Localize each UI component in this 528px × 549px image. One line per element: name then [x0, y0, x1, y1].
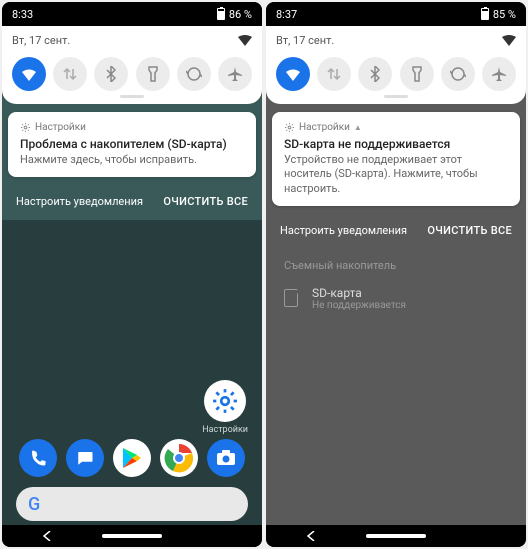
- qs-mobile-data[interactable]: [317, 57, 351, 91]
- nav-back[interactable]: [306, 531, 316, 541]
- nav-home-pill[interactable]: [366, 534, 426, 538]
- qs-mobile-data[interactable]: [53, 57, 87, 91]
- chrome-app-icon[interactable]: [160, 439, 198, 477]
- nav-bar: [266, 525, 526, 547]
- manage-notifications[interactable]: Настроить уведомления: [280, 224, 407, 237]
- battery-pct: 85 %: [493, 8, 516, 21]
- nav-home-pill[interactable]: [102, 534, 162, 538]
- google-logo: G: [28, 494, 40, 515]
- notif-title: Проблема с накопителем (SD-карта): [20, 137, 244, 151]
- notification-shade: Вт, 17 сент.: [2, 26, 262, 104]
- clock: 8:33: [12, 8, 33, 21]
- quick-settings-row: [276, 57, 516, 91]
- battery-pct: 86 %: [229, 8, 252, 21]
- notif-app-name: Настройки: [35, 122, 86, 133]
- qs-wifi[interactable]: [12, 57, 46, 91]
- google-search-bar[interactable]: G: [16, 487, 248, 521]
- notification-card[interactable]: Настройки Проблема с накопителем (SD-кар…: [8, 112, 256, 177]
- shade-footer: Настроить уведомления ОЧИСТИТЬ ВСЕ: [2, 183, 262, 220]
- home-content: Настройки G: [2, 220, 262, 547]
- notification-shade: Вт, 17 сент.: [266, 26, 526, 104]
- qs-auto-rotate[interactable]: [441, 57, 475, 91]
- phone-left: 8:33 86 % Вт, 17 сент. Настройки Проблем…: [2, 2, 262, 547]
- phone-right: 8:37 85 % Вт, 17 сент. Настройки ▲ S: [266, 2, 526, 547]
- shade-date: Вт, 17 сент.: [276, 34, 334, 47]
- notif-body: Нажмите здесь, чтобы исправить.: [20, 153, 244, 167]
- gear-icon: [20, 122, 31, 133]
- storage-settings-content: Съемный накопитель SD-карта Не поддержив…: [266, 249, 526, 547]
- qs-bluetooth[interactable]: [94, 57, 128, 91]
- phone-app-icon[interactable]: [19, 439, 57, 477]
- sd-card-row[interactable]: SD-карта Не поддерживается: [266, 274, 526, 323]
- status-bar: 8:37 85 %: [266, 2, 526, 26]
- manage-notifications[interactable]: Настроить уведомления: [16, 195, 143, 208]
- battery-icon: [481, 8, 489, 20]
- battery-icon: [217, 8, 225, 20]
- shade-handle[interactable]: [120, 95, 144, 98]
- wifi-signal-icon: [238, 35, 252, 46]
- section-removable-storage: Съемный накопитель: [266, 249, 526, 274]
- notif-title: SD-карта не поддерживается: [284, 137, 508, 151]
- qs-bluetooth[interactable]: [358, 57, 392, 91]
- chevron-up-icon[interactable]: ▲: [354, 123, 362, 132]
- nav-back[interactable]: [42, 531, 52, 541]
- camera-app-icon[interactable]: [207, 439, 245, 477]
- sd-row-subtitle: Не поддерживается: [312, 300, 406, 311]
- qs-airplane[interactable]: [482, 57, 516, 91]
- gear-icon: [284, 122, 295, 133]
- clock: 8:37: [276, 8, 297, 21]
- dock: [2, 439, 262, 477]
- nav-bar: [2, 525, 262, 547]
- notif-body: Устройство не поддерживает этот носитель…: [284, 153, 508, 196]
- notification-card[interactable]: Настройки ▲ SD-карта не поддерживается У…: [272, 112, 520, 206]
- sd-row-title: SD-карта: [312, 286, 406, 300]
- qs-flashlight[interactable]: [400, 57, 434, 91]
- qs-wifi[interactable]: [276, 57, 310, 91]
- shade-handle[interactable]: [384, 95, 408, 98]
- shade-date: Вт, 17 сент.: [12, 34, 70, 47]
- status-bar: 8:33 86 %: [2, 2, 262, 26]
- qs-flashlight[interactable]: [136, 57, 170, 91]
- play-store-icon[interactable]: [113, 439, 151, 477]
- settings-app-icon[interactable]: Настройки: [202, 380, 248, 435]
- sd-card-icon: [284, 289, 298, 307]
- qs-auto-rotate[interactable]: [177, 57, 211, 91]
- quick-settings-row: [12, 57, 252, 91]
- settings-label: Настройки: [202, 425, 248, 435]
- messages-app-icon[interactable]: [66, 439, 104, 477]
- shade-footer: Настроить уведомления ОЧИСТИТЬ ВСЕ: [266, 212, 526, 249]
- notif-app-name: Настройки: [299, 122, 350, 133]
- clear-all[interactable]: ОЧИСТИТЬ ВСЕ: [163, 195, 248, 208]
- wifi-signal-icon: [502, 35, 516, 46]
- qs-airplane[interactable]: [218, 57, 252, 91]
- clear-all[interactable]: ОЧИСТИТЬ ВСЕ: [427, 224, 512, 237]
